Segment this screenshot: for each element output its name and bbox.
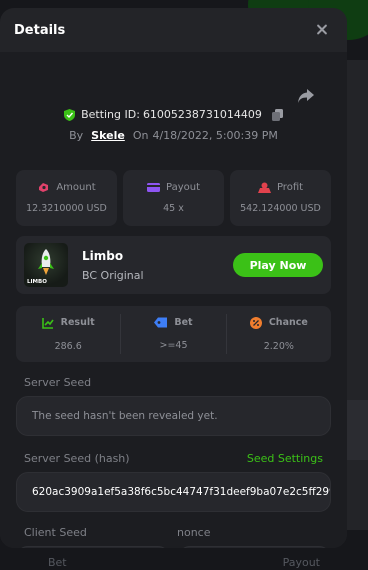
percent-icon (249, 316, 262, 329)
play-now-button[interactable]: Play Now (233, 253, 323, 277)
bet-value: >=45 (159, 340, 188, 351)
nonce-label: nonce (177, 526, 211, 539)
tag-icon (154, 317, 168, 328)
result-label: Result (60, 317, 95, 328)
result-value: 286.6 (54, 340, 82, 352)
server-seed-field[interactable]: The seed hasn't been revealed yet. (16, 396, 331, 436)
profit-icon (257, 182, 271, 193)
payout-stat: Payout 45 x (123, 170, 224, 226)
chance-value: 2.20% (263, 340, 294, 352)
amount-stat: Amount 12.3210000 USD (16, 170, 117, 226)
user-link[interactable]: Skele (91, 129, 125, 142)
background-bet-label: Bet (47, 555, 67, 569)
client-seed-labels: Client Seed nonce (16, 526, 331, 539)
thumbnail-label: LIMBO (27, 279, 47, 285)
payout-value: 45 x (163, 203, 184, 214)
bet-date: 4/18/2022, 5:00:39 PM (152, 129, 278, 142)
background-table-header: Bet Payout (0, 546, 368, 570)
amount-icon (39, 183, 49, 192)
share-icon[interactable] (297, 88, 315, 104)
chart-icon (41, 317, 54, 329)
betting-id-row: Betting ID: 61005238731014409 (16, 108, 331, 121)
modal-title: Details (14, 22, 66, 38)
server-seed-hash-row: Server Seed (hash) Seed Settings (16, 452, 331, 465)
bet-meta-row: By Skele On 4/18/2022, 5:00:39 PM (16, 129, 331, 142)
verified-shield-icon (64, 108, 76, 121)
betting-id-label: Betting ID: (81, 108, 140, 121)
bet-stats: Amount 12.3210000 USD Payout 45 x Profit… (16, 170, 331, 226)
payout-icon (146, 183, 160, 192)
result-panel: Result 286.6 Bet >=45 Chance 2.20% (16, 306, 331, 362)
modal-header: Details (0, 8, 347, 52)
client-seed-label: Client Seed (24, 526, 87, 539)
server-seed-hash-field[interactable]: 620ac3909a1ef5a38f6c5bc44747f31deef9ba07… (16, 472, 331, 512)
betting-id-value: 61005238731014409 (142, 108, 262, 121)
amount-value: 12.3210000 USD (26, 203, 107, 214)
profit-value: 542.124000 USD (240, 203, 321, 214)
modal-body: Betting ID: 61005238731014409 By Skele O… (0, 52, 347, 548)
profit-stat: Profit 542.124000 USD (230, 170, 331, 226)
client-seed-field[interactable] (16, 546, 170, 548)
background-panel-row (346, 400, 368, 460)
server-seed-label: Server Seed (24, 376, 92, 389)
result-column: Result 286.6 (16, 306, 120, 362)
chance-label: Chance (268, 317, 308, 328)
copy-icon[interactable] (271, 108, 283, 121)
bet-column: Bet >=45 (121, 306, 225, 362)
chance-column: Chance 2.20% (227, 306, 331, 362)
game-subtitle: BC Original (82, 268, 144, 282)
bet-label: Bet (174, 317, 193, 328)
game-name: Limbo (82, 248, 124, 263)
seed-settings-link[interactable]: Seed Settings (247, 452, 323, 465)
amount-label: Amount (56, 182, 96, 193)
server-seed-hash-label: Server Seed (hash) (24, 452, 130, 465)
game-thumbnail: LIMBO (24, 243, 68, 287)
nonce-field[interactable] (177, 546, 331, 548)
client-seed-fields (16, 546, 331, 548)
by-label: By (69, 129, 84, 142)
on-label: On (132, 129, 149, 142)
profit-label: Profit (276, 182, 304, 193)
close-icon[interactable] (313, 21, 331, 39)
game-card: LIMBO Limbo BC Original Play Now (16, 236, 331, 294)
payout-label: Payout (165, 182, 200, 193)
background-payout-label: Payout (282, 555, 320, 569)
details-modal: Details Betting ID: 61005238731014409 By… (0, 8, 347, 548)
